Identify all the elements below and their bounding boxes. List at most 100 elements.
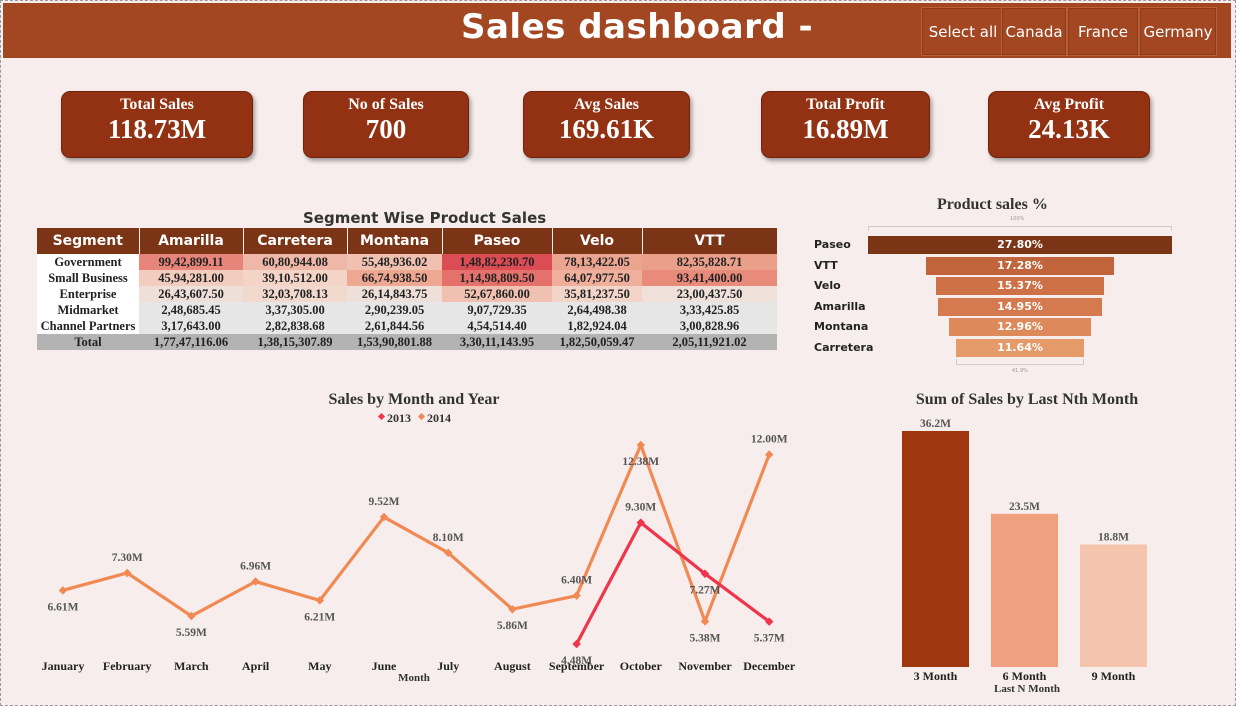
last-n-month-chart: Sum of Sales by Last Nth Month 36.2M 3 Mon… (902, 391, 1147, 695)
value-cell: 9,07,729.35 (442, 302, 552, 318)
value-cell: 66,74,938.50 (347, 270, 442, 286)
slicer-germany[interactable]: Germany (1139, 7, 1217, 56)
funnel-top-line (868, 226, 1172, 231)
value-cell: 1,14,98,809.50 (442, 270, 552, 286)
data-label: 12.00M (751, 434, 788, 446)
data-label: 7.27M (690, 585, 721, 597)
data-label: 5.86M (497, 620, 528, 632)
legend-label: 2014 (427, 411, 451, 425)
kpi-label: Total Profit (806, 96, 885, 113)
table-row: Channel Partners 3,17,643.00 2,82,838.68 2,… (37, 318, 777, 334)
value-cell: 3,17,643.00 (139, 318, 243, 334)
kpi-label: Avg Sales (573, 96, 640, 113)
table-row: Enterprise 26,43,607.50 32,03,708.13 26,14,… (37, 286, 777, 302)
legend-label: 2013 (387, 411, 411, 425)
x-tick-label: July (437, 659, 459, 673)
value-cell: 93,41,400.00 (642, 270, 777, 286)
value-cell: 4,54,514.40 (442, 318, 552, 334)
value-cell: 26,43,607.50 (139, 286, 243, 302)
value-cell: 78,13,422.05 (552, 254, 642, 270)
bar-6-month[interactable] (991, 513, 1058, 667)
slicer-france[interactable]: France (1067, 7, 1139, 56)
data-label: 5.38M (690, 632, 721, 644)
segment-cell: Government (37, 254, 139, 270)
x-tick-label: February (103, 659, 152, 673)
matrix-header-row: Segment Amarilla Carretera Montana Paseo… (37, 228, 778, 254)
page-title: Sales dashboard - (461, 7, 814, 47)
kpi-value: 118.73M (107, 114, 207, 144)
col-header[interactable]: Velo (552, 228, 643, 254)
value-cell: 23,00,437.50 (642, 286, 777, 302)
total-cell: 1,53,90,801.88 (347, 334, 442, 350)
funnel-bar[interactable]: 11.64% (956, 338, 1084, 357)
kpi-no-of-sales: No of Sales 700 (303, 91, 469, 158)
funnel-category-label: Amarilla (814, 299, 866, 313)
kpi-total-profit: Total Profit 16.89M (761, 91, 930, 158)
total-cell: 3,30,11,143.95 (442, 334, 552, 350)
value-cell: 55,48,936.02 (347, 254, 442, 270)
kpi-value: 24.13K (1028, 114, 1110, 144)
segment-cell: Channel Partners (37, 318, 139, 334)
funnel-title: Product sales % (937, 196, 1048, 213)
data-point (764, 450, 774, 459)
value-cell: 26,14,843.75 (347, 286, 442, 302)
data-label: 23.5M (1009, 501, 1040, 513)
data-label: 5.59M (176, 627, 207, 639)
data-label: 8.10M (433, 532, 464, 544)
funnel-bar[interactable]: 27.80% (868, 236, 1172, 254)
value-cell: 2,64,498.38 (552, 302, 642, 318)
data-label: 5.37M (754, 633, 785, 645)
col-header[interactable]: Amarilla (139, 228, 244, 254)
funnel-category-label: Paseo (814, 238, 851, 251)
x-tick-label: 9 Month (1092, 669, 1136, 683)
value-cell: 52,67,860.00 (442, 286, 552, 302)
data-point (58, 586, 68, 595)
kpi-avg-profit: Avg Profit 24.13K (988, 91, 1150, 158)
series-line-2013 (575, 520, 771, 645)
table-row: Midmarket 2,48,685.45 3,37,305.00 2,90,239.… (37, 302, 777, 318)
value-cell: 2,61,844.56 (347, 318, 442, 334)
col-header[interactable]: Paseo (442, 228, 553, 254)
value-cell: 3,33,425.85 (642, 302, 777, 318)
segment-cell: Enterprise (37, 286, 139, 302)
value-cell: 64,07,977.50 (552, 270, 642, 286)
value-cell: 32,03,708.13 (243, 286, 347, 302)
chart-title: Sum of Sales by Last Nth Month (916, 391, 1138, 408)
funnel-bar[interactable]: 17.28% (925, 256, 1115, 275)
kpi-value: 700 (365, 114, 407, 144)
value-cell: 82,35,828.71 (642, 254, 777, 270)
data-label: 18.8M (1098, 531, 1129, 543)
total-row: Total 1,77,47,116.06 1,38,15,307.89 1,53,90… (37, 334, 777, 350)
chart-title: Sales by Month and Year (329, 391, 500, 408)
x-tick-label: January (42, 659, 85, 673)
funnel-top-caption: 100% (1010, 216, 1025, 222)
col-header[interactable]: Segment (37, 228, 140, 254)
x-axis-label: Last N Month (994, 683, 1060, 695)
x-tick-label: April (242, 659, 270, 673)
slicer-canada[interactable]: Canada (1001, 7, 1067, 56)
data-label: 6.40M (561, 575, 592, 587)
funnel-category-label: Carretera (814, 340, 874, 354)
funnel-bar[interactable]: 15.37% (935, 277, 1105, 295)
table-row: Government 99,42,899.11 60,80,944.08 55,48,… (37, 254, 777, 270)
funnel-bar[interactable]: 12.96% (949, 318, 1091, 336)
data-label: 6.21M (304, 611, 335, 623)
legend-marker (377, 412, 386, 421)
kpi-total-sales: Total Sales 118.73M (61, 91, 253, 158)
col-header[interactable]: Carretera (243, 228, 348, 254)
funnel-bar[interactable]: 14.95% (938, 297, 1102, 316)
data-label: 7.30M (112, 552, 143, 564)
funnel-bottom-caption: 41.9% (1012, 368, 1028, 374)
total-label: Total (37, 334, 139, 350)
col-header[interactable]: Montana (347, 228, 443, 254)
bar-9-month[interactable] (1080, 544, 1147, 667)
segment-cell: Midmarket (37, 302, 139, 318)
value-cell: 2,82,838.68 (243, 318, 347, 334)
value-cell: 2,90,239.05 (347, 302, 442, 318)
slicer-select-all[interactable]: Select all (921, 7, 1005, 56)
bar-3-month[interactable] (902, 431, 969, 667)
value-cell: 39,10,512.00 (243, 270, 347, 286)
col-header[interactable]: VTT (642, 228, 778, 254)
funnel-category-label: VTT (814, 258, 838, 272)
value-cell: 1,48,82,230.70 (442, 254, 552, 270)
